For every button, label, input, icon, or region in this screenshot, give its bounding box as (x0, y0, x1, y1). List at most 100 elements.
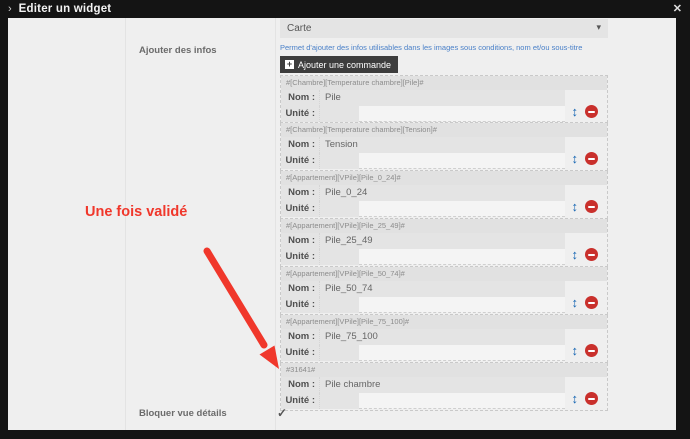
edit-widget-panel: Carte ▾ Ajouter des infos Bloquer vue dé… (8, 18, 676, 430)
widget-type-value: Carte (287, 23, 311, 34)
check-icon: ✓ (277, 406, 287, 420)
nom-row: Nom : Pile_75_100 (281, 329, 607, 345)
add-command-label: Ajouter une commande (298, 60, 391, 70)
unite-input-small[interactable] (319, 201, 359, 217)
unite-input-small[interactable] (319, 297, 359, 313)
move-command-icon[interactable]: ↕ (572, 248, 579, 261)
column-divider-right (275, 18, 276, 430)
unite-input[interactable] (359, 106, 565, 122)
add-command-button[interactable]: + Ajouter une commande (280, 56, 398, 73)
nom-input[interactable]: Pile_25_49 (319, 233, 565, 249)
move-command-icon[interactable]: ↕ (572, 344, 579, 357)
command-path: #[Chambre][Temperature chambre][Pile]# (281, 76, 607, 90)
nom-row: Nom : Pile_50_74 (281, 281, 607, 297)
move-command-icon[interactable]: ↕ (572, 296, 579, 309)
move-command-icon[interactable]: ↕ (572, 392, 579, 405)
command-block: #[Chambre][Temperature chambre][Tension]… (280, 123, 608, 171)
unite-input[interactable] (359, 249, 565, 265)
command-path: #[Appartement][VPile][Pile_25_49]# (281, 219, 607, 233)
chevron-down-icon: ▾ (596, 22, 601, 33)
command-list: #[Chambre][Temperature chambre][Pile]# N… (280, 75, 608, 411)
move-command-icon[interactable]: ↕ (572, 152, 579, 165)
remove-command-icon[interactable] (585, 248, 598, 261)
unite-input[interactable] (359, 345, 565, 361)
command-actions: ↕ (572, 392, 599, 405)
command-path: #[Appartement][VPile][Pile_50_74]# (281, 267, 607, 281)
move-command-icon[interactable]: ↕ (572, 105, 579, 118)
nom-label: Nom : (281, 281, 319, 297)
unite-row: Unité : (281, 393, 607, 409)
nom-label: Nom : (281, 377, 319, 393)
command-actions: ↕ (572, 248, 599, 261)
close-icon[interactable]: ✕ (673, 2, 682, 15)
command-block: #[Chambre][Temperature chambre][Pile]# N… (280, 75, 608, 123)
unite-input[interactable] (359, 393, 565, 409)
nom-row: Nom : Pile_0_24 (281, 185, 607, 201)
nom-input[interactable]: Pile_75_100 (319, 329, 565, 345)
remove-command-icon[interactable] (585, 392, 598, 405)
ajouter-infos-label: Ajouter des infos (139, 45, 217, 56)
unite-input-small[interactable] (319, 345, 359, 361)
nom-label: Nom : (281, 185, 319, 201)
unite-label: Unité : (281, 249, 319, 265)
move-command-icon[interactable]: ↕ (572, 200, 579, 213)
nom-label: Nom : (281, 233, 319, 249)
nom-label: Nom : (281, 329, 319, 345)
nom-input[interactable]: Pile chambre (319, 377, 565, 393)
command-path: #[Appartement][VPile][Pile_75_100]# (281, 315, 607, 329)
unite-row: Unité : (281, 249, 607, 265)
unite-input-small[interactable] (319, 106, 359, 122)
unite-input[interactable] (359, 297, 565, 313)
command-actions: ↕ (572, 152, 599, 165)
command-block: #[Appartement][VPile][Pile_50_74]# Nom :… (280, 267, 608, 315)
unite-input[interactable] (359, 201, 565, 217)
unite-label: Unité : (281, 201, 319, 217)
unite-input-small[interactable] (319, 393, 359, 409)
unite-label: Unité : (281, 153, 319, 169)
remove-command-icon[interactable] (585, 152, 598, 165)
chevron-right-icon: › (8, 3, 12, 15)
unite-row: Unité : (281, 201, 607, 217)
unite-input-small[interactable] (319, 249, 359, 265)
nom-row: Nom : Tension (281, 137, 607, 153)
widget-type-select[interactable]: Carte ▾ (280, 19, 608, 38)
bloquer-vue-details-checkbox[interactable]: ✓ (274, 405, 290, 421)
unite-label: Unité : (281, 345, 319, 361)
nom-input[interactable]: Tension (319, 137, 565, 153)
column-divider-left (125, 18, 126, 430)
plus-icon: + (285, 60, 294, 69)
unite-input-small[interactable] (319, 153, 359, 169)
remove-command-icon[interactable] (585, 200, 598, 213)
unite-label: Unité : (281, 106, 319, 122)
command-block: #[Appartement][VPile][Pile_0_24]# Nom : … (280, 171, 608, 219)
command-path: #[Appartement][VPile][Pile_0_24]# (281, 171, 607, 185)
nom-row: Nom : Pile chambre (281, 377, 607, 393)
nom-label: Nom : (281, 137, 319, 153)
unite-input[interactable] (359, 153, 565, 169)
nom-label: Nom : (281, 90, 319, 106)
command-actions: ↕ (572, 296, 599, 309)
command-actions: ↕ (572, 200, 599, 213)
remove-command-icon[interactable] (585, 105, 598, 118)
remove-command-icon[interactable] (585, 296, 598, 309)
modal-titlebar: › Editer un widget ✕ (0, 0, 690, 18)
bloquer-vue-details-label: Bloquer vue détails (139, 408, 227, 419)
nom-input[interactable]: Pile_0_24 (319, 185, 565, 201)
nom-row: Nom : Pile_25_49 (281, 233, 607, 249)
help-text: Permet d'ajouter des infos utilisables d… (280, 43, 620, 52)
annotation-text: Une fois validé (85, 204, 187, 220)
command-actions: ↕ (572, 105, 599, 118)
command-actions: ↕ (572, 344, 599, 357)
unite-row: Unité : (281, 297, 607, 313)
remove-command-icon[interactable] (585, 344, 598, 357)
nom-row: Nom : Pile (281, 90, 607, 106)
command-block: #[Appartement][VPile][Pile_25_49]# Nom :… (280, 219, 608, 267)
unite-row: Unité : (281, 153, 607, 169)
unite-row: Unité : (281, 106, 607, 122)
unite-label: Unité : (281, 297, 319, 313)
command-block: #[Appartement][VPile][Pile_75_100]# Nom … (280, 315, 608, 363)
nom-input[interactable]: Pile (319, 90, 565, 106)
nom-input[interactable]: Pile_50_74 (319, 281, 565, 297)
command-path: #[Chambre][Temperature chambre][Tension]… (281, 123, 607, 137)
unite-row: Unité : (281, 345, 607, 361)
